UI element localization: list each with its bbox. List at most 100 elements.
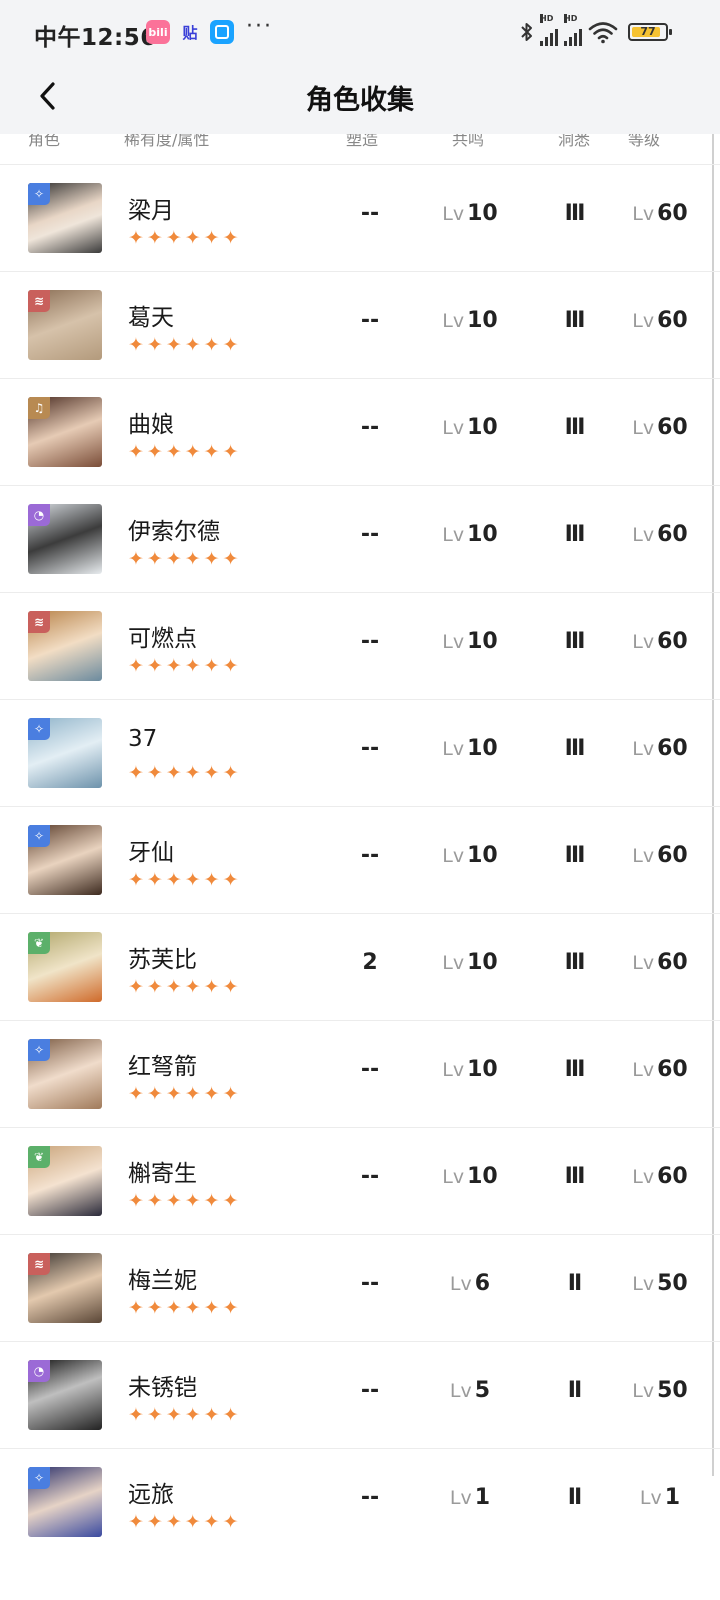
lv-label: Lv: [449, 1380, 472, 1402]
character-portrait: ◔: [28, 1360, 102, 1430]
resonance-number: 10: [467, 522, 498, 547]
rarity-stars: ✦✦✦✦✦✦: [128, 1511, 242, 1533]
character-row[interactable]: ◔ 伊索尔德 ✦✦✦✦✦✦ -- Lv 10 Ⅲ Lv 60: [0, 485, 720, 592]
resonance-value: Lv 10: [430, 522, 510, 547]
resonance-value: Lv 10: [430, 736, 510, 761]
lv-label: Lv: [442, 631, 465, 653]
lv-label: Lv: [442, 845, 465, 867]
insight-value: Ⅲ: [564, 1164, 586, 1189]
insight-value: Ⅲ: [564, 522, 586, 547]
resonance-value: Lv 5: [430, 1378, 510, 1403]
character-name: 未锈铠: [128, 1375, 197, 1401]
status-bar: 中午12:56 bili 贴 ··· HD HD 77: [0, 0, 720, 64]
resonance-number: 10: [467, 1164, 498, 1189]
resonance-value: Lv 10: [430, 415, 510, 440]
element-brown-icon: ♫: [28, 397, 50, 419]
element-red-icon: ≋: [28, 290, 50, 312]
status-indicators: HD HD 77: [520, 14, 672, 46]
element-purple-icon: ◔: [28, 504, 50, 526]
level-number: 60: [657, 415, 688, 440]
level-number: 50: [657, 1271, 688, 1296]
character-row[interactable]: ≋ 梅兰妮 ✦✦✦✦✦✦ -- Lv 6 Ⅱ Lv 50: [0, 1234, 720, 1341]
lv-label: Lv: [632, 203, 655, 225]
rarity-stars: ✦✦✦✦✦✦: [128, 869, 242, 891]
lv-label: Lv: [632, 738, 655, 760]
insight-value: Ⅲ: [564, 629, 586, 654]
lv-label: Lv: [632, 845, 655, 867]
character-row[interactable]: ❦ 苏芙比 ✦✦✦✦✦✦ 2 Lv 10 Ⅲ Lv 60: [0, 913, 720, 1020]
lv-label: Lv: [632, 1166, 655, 1188]
level-value: Lv 60: [615, 629, 705, 654]
character-row[interactable]: ≋ 葛天 ✦✦✦✦✦✦ -- Lv 10 Ⅲ Lv 60: [0, 271, 720, 378]
character-row[interactable]: ✧ 牙仙 ✦✦✦✦✦✦ -- Lv 10 Ⅲ Lv 60: [0, 806, 720, 913]
insight-value: Ⅲ: [564, 843, 586, 868]
level-number: 60: [657, 629, 688, 654]
level-number: 1: [664, 1485, 681, 1510]
awaken-value: --: [360, 201, 380, 226]
character-row[interactable]: ♫ 曲娘 ✦✦✦✦✦✦ -- Lv 10 Ⅲ Lv 60: [0, 378, 720, 485]
lv-label: Lv: [442, 310, 465, 332]
character-portrait: ≋: [28, 611, 102, 681]
character-name: 牙仙: [128, 840, 174, 866]
lv-label: Lv: [632, 631, 655, 653]
character-row[interactable]: ✧ 37 ✦✦✦✦✦✦ -- Lv 10 Ⅲ Lv 60: [0, 699, 720, 806]
resonance-number: 10: [467, 843, 498, 868]
battery-level: 77: [640, 25, 656, 38]
character-row[interactable]: ◔ 未锈铠 ✦✦✦✦✦✦ -- Lv 5 Ⅱ Lv 50: [0, 1341, 720, 1448]
character-name: 伊索尔德: [128, 519, 220, 545]
awaken-value: 2: [362, 950, 378, 975]
lv-label: Lv: [449, 1273, 472, 1295]
resonance-number: 10: [467, 736, 498, 761]
character-portrait: ≋: [28, 1253, 102, 1323]
resonance-value: Lv 10: [430, 1057, 510, 1082]
level-number: 60: [657, 1164, 688, 1189]
rarity-stars: ✦✦✦✦✦✦: [128, 655, 242, 677]
level-value: Lv 50: [615, 1378, 705, 1403]
character-name: 槲寄生: [128, 1161, 197, 1187]
character-name: 37: [128, 726, 158, 752]
insight-value: Ⅱ: [567, 1271, 583, 1296]
resonance-value: Lv 10: [430, 629, 510, 654]
resonance-number: 10: [467, 629, 498, 654]
insight-value: Ⅱ: [567, 1485, 583, 1510]
awaken-value: --: [360, 1164, 380, 1189]
awaken-value: --: [360, 308, 380, 333]
resonance-value: Lv 6: [430, 1271, 510, 1296]
element-blue-icon: ✧: [28, 1039, 50, 1061]
signal-2-icon: HD: [564, 14, 582, 46]
character-portrait: ✧: [28, 825, 102, 895]
insight-value: Ⅲ: [564, 736, 586, 761]
level-value: Lv 60: [615, 1057, 705, 1082]
bilibili-app-icon: bili: [146, 20, 170, 44]
lv-label: Lv: [632, 1059, 655, 1081]
character-portrait: ❦: [28, 932, 102, 1002]
character-portrait: ❦: [28, 1146, 102, 1216]
character-row[interactable]: ✧ 梁月 ✦✦✦✦✦✦ -- Lv 10 Ⅲ Lv 60: [0, 164, 720, 271]
signal-1-icon: HD: [540, 14, 558, 46]
level-number: 60: [657, 843, 688, 868]
insight-value: Ⅱ: [567, 1378, 583, 1403]
resonance-number: 10: [467, 201, 498, 226]
rarity-stars: ✦✦✦✦✦✦: [128, 1297, 242, 1319]
character-portrait: ✧: [28, 183, 102, 253]
character-row[interactable]: ≋ 可燃点 ✦✦✦✦✦✦ -- Lv 10 Ⅲ Lv 60: [0, 592, 720, 699]
character-row[interactable]: ❦ 槲寄生 ✦✦✦✦✦✦ -- Lv 10 Ⅲ Lv 60: [0, 1127, 720, 1234]
lv-label: Lv: [632, 310, 655, 332]
lv-label: Lv: [639, 1487, 662, 1509]
lv-label: Lv: [632, 524, 655, 546]
awaken-value: --: [360, 736, 380, 761]
lv-label: Lv: [442, 524, 465, 546]
awaken-value: --: [360, 1271, 380, 1296]
element-blue-icon: ✧: [28, 1467, 50, 1489]
character-row[interactable]: ✧ 远旅 ✦✦✦✦✦✦ -- Lv 1 Ⅱ Lv 1: [0, 1448, 720, 1555]
lv-label: Lv: [442, 417, 465, 439]
rarity-stars: ✦✦✦✦✦✦: [128, 227, 242, 249]
more-notifications-icon: ···: [246, 14, 273, 39]
resonance-value: Lv 1: [430, 1485, 510, 1510]
level-value: Lv 60: [615, 201, 705, 226]
character-row[interactable]: ✧ 红弩箭 ✦✦✦✦✦✦ -- Lv 10 Ⅲ Lv 60: [0, 1020, 720, 1127]
awaken-value: --: [360, 1378, 380, 1403]
level-value: Lv 60: [615, 1164, 705, 1189]
resonance-value: Lv 10: [430, 843, 510, 868]
insight-value: Ⅲ: [564, 1057, 586, 1082]
